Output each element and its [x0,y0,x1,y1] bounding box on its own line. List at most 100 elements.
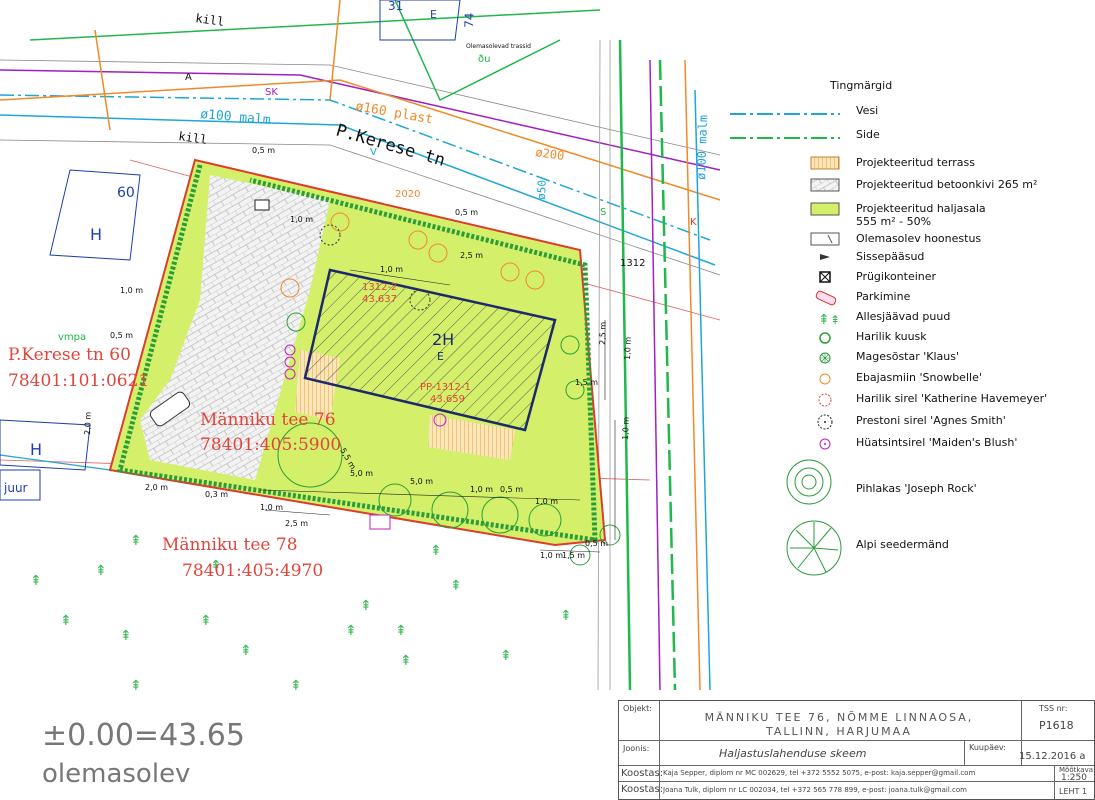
object-line-2: TALLINN, HARJUMAA [766,725,912,738]
house-e-top: E [430,8,437,21]
dim-label: 5,0 m [350,469,373,478]
lilac-icon [818,393,832,407]
legend-item-trees: ⇞ ⇞ Allesjäävad puud [800,310,1090,328]
dim-label: 1,0 m [290,215,313,224]
sheet-number: LEHT 1 [1059,787,1088,796]
green-area-icon [810,202,840,216]
pipe-k: K [690,217,697,228]
legend-label: Projekteeritud terrass [856,156,975,169]
jasmine-icon [819,373,831,385]
dim-label: 1,0 m [535,497,558,506]
building-number-1312-2: 1312-2 [362,282,397,293]
dim-label: 1,0 m [260,503,283,512]
svg-text:⇞: ⇞ [818,312,830,326]
building-height-1312-2: 43.637 [362,294,397,305]
svg-text:⇞: ⇞ [120,628,132,644]
preston-lilac-icon [817,414,833,430]
building-label-e: E [437,350,444,363]
date-label: Kuupäev: [969,743,1006,752]
author-label-1: Koostas: [621,768,664,779]
water-line-icon [730,113,840,115]
dim-label: 2,5 m [598,322,608,346]
dim-label: 2,5 m [460,251,483,260]
building-icon [810,232,840,246]
pipe-200: ø200 [535,145,566,163]
dim-label: 0,5 m [252,146,275,155]
legend-item-lilac: Harilik sirel 'Katherine Havemeyer' [800,392,1090,410]
drawing-label: Joonis: [623,744,650,753]
label-vmpa: vmpa [58,332,86,343]
svg-text:⇞: ⇞ [430,543,442,559]
legend-item-green: Projekteeritud haljasala 555 m² - 50% [800,202,1090,230]
label-juur: juur [3,481,28,495]
svg-text:⇞: ⇞ [395,623,407,639]
legend-item-spruce: Harilik kuusk [800,330,1090,348]
tss-label: TSS nr: [1039,704,1068,713]
dim-label: 5,0 m [410,477,433,486]
dim-label: 1,0 m [380,265,403,274]
svg-text:⇞: ⇞ [290,678,302,694]
dim-label: 0,5 m [110,331,133,340]
dim-label: 2,5 m [285,519,308,528]
street-kill-2: kill [178,129,209,147]
label-1312: 1312 [620,258,645,269]
svg-text:⇞: ⇞ [130,678,142,694]
svg-text:⇞: ⇞ [200,613,212,629]
svg-text:⇞: ⇞ [400,653,412,669]
legend-label: Hüatsintsirel 'Maiden's Blush' [856,436,1018,449]
legend-item-water: Vesi [730,104,1090,122]
legend-label: Olemasolev hoonestus [856,232,982,245]
parcel-manniku76-name: Männiku tee 76 [200,410,336,430]
dim-label: 1,0 m [623,337,633,361]
legend-label-2: 555 m² - 50% [856,215,932,228]
legend-label: Harilik kuusk [856,330,927,343]
house60-number: 60 [117,185,135,201]
parcel-manniku78-code: 78401:405:4970 [182,561,323,581]
legend-item-pine: Alpi seedermänd [786,520,1090,580]
pipe-sk: SK [265,87,278,98]
svg-text:⇞: ⇞ [240,643,252,659]
pipe-malm-100: ø100 malm [200,107,272,128]
legend-item-currant: Magesõstar 'Klaus' [800,350,1090,368]
terrace-icon [810,156,840,170]
legend-label: Projekteeritud haljasala [856,202,986,215]
pipe-a: A [185,72,192,83]
waste-bin [254,199,270,211]
legend-label: Allesjäävad puud [856,310,951,323]
street-p-kerese: P.Kerese tn [334,121,448,171]
legend-item-paving: Projekteeritud betoonkivi 265 m² [800,178,1090,196]
legend-label: Prestoni sirel 'Agnes Smith' [856,414,1006,427]
house31-number: 31 [388,0,403,13]
parcel-manniku76-code: 78401:405:5900 [200,435,341,455]
label-2020: 2020 [395,189,420,200]
pipe-plast-160: ø160 plast [354,99,434,127]
legend-item-bin: Prügikonteiner [800,270,1090,288]
parcel-kerese60-code: 78401:101:0621 [8,371,149,391]
legend-label: Vesi [856,104,879,117]
svg-text:⇞: ⇞ [560,608,572,624]
dim-label: 0,5 m [585,539,608,548]
legend-item-preston: Prestoni sirel 'Agnes Smith' [800,414,1090,432]
legend-label: Projekteeritud betoonkivi 265 m² [856,178,1038,191]
pp-1312-1: PP-1312-1 [420,382,471,393]
dim-label: 2,0 m [145,483,168,492]
street-kill-1: kill [195,11,226,29]
legend-label: Harilik sirel 'Katherine Havemeyer' [856,392,1048,405]
pp-1312-1-height: 43.659 [430,394,465,405]
pipe-du: ðu [478,54,490,65]
legend-item-terrace: Projekteeritud terrass [800,156,1090,174]
legend-item-jasmine: Ebajasmiin 'Snowbelle' [800,371,1090,389]
dim-label: 1,5 m [575,378,598,387]
scale-value: 1:250 [1061,773,1087,783]
svg-text:⇞: ⇞ [500,648,512,664]
label-olemasolevad-trassid: Olemasolevad trassid [466,43,531,50]
elevation-value: ±0.00=43.65 [42,718,245,753]
house-h-left: H [30,440,42,459]
legend-item-rowan: Pihlakas 'Joseph Rock' [786,459,1090,506]
car-icon [815,290,837,306]
legend-title: Tingmärgid [830,79,893,92]
dim-label: 1,0 m [120,286,143,295]
dim-label: 0,5 m [500,485,523,494]
dim-label: 0,3 m [205,490,228,499]
parcel-manniku78-name: Männiku tee 78 [162,535,298,555]
